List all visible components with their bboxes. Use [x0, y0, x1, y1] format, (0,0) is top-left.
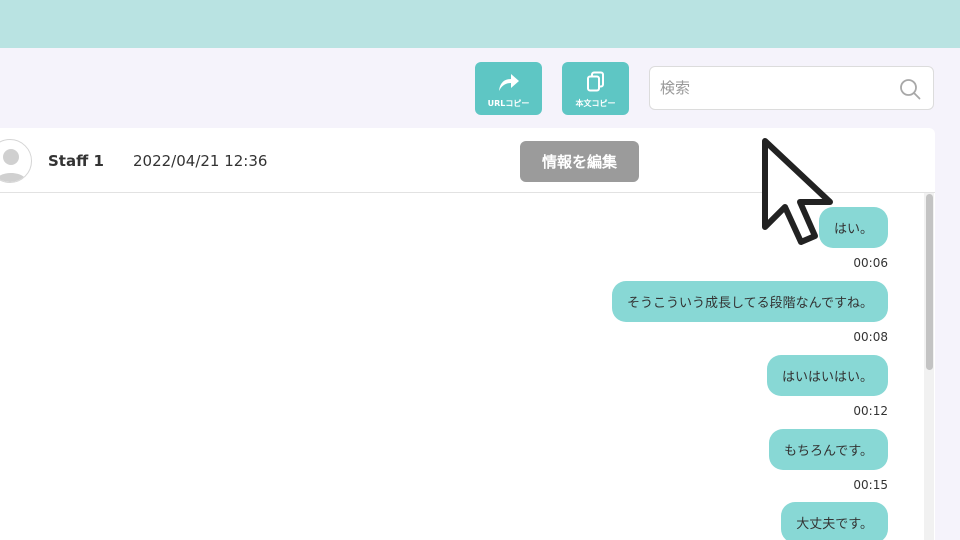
- search-box: [649, 66, 934, 110]
- message-item: はいはいはい。 00:12: [766, 355, 888, 418]
- copy-icon: [583, 69, 609, 95]
- message-bubble: そうこういう成長してる段階なんですね。: [612, 281, 888, 322]
- chat-panel: Staff 1 2022/04/21 12:36 情報を編集 はい。 00:06…: [0, 128, 935, 540]
- message-item: そうこういう成長してる段階なんですね。 00:08: [612, 281, 888, 344]
- message-bubble: はい。: [818, 207, 888, 248]
- message-bubble: はいはいはい。: [766, 355, 888, 396]
- message-time: 00:15: [853, 478, 888, 492]
- url-copy-label: URLコピー: [487, 98, 530, 108]
- chat-header: Staff 1 2022/04/21 12:36 情報を編集: [0, 128, 935, 193]
- text-copy-button[interactable]: 本文コピー: [562, 62, 629, 115]
- top-bar: [0, 0, 960, 48]
- message-item: もちろんです。 00:15: [768, 429, 888, 492]
- message-time: 00:08: [853, 330, 888, 344]
- chat-datetime: 2022/04/21 12:36: [133, 152, 268, 170]
- message-item: 大丈夫です。: [781, 502, 888, 540]
- message-item: はい。 00:06: [818, 207, 888, 270]
- message-list: はい。 00:06 そうこういう成長してる段階なんですね。 00:08 はいはい…: [0, 194, 922, 540]
- message-bubble: もちろんです。: [768, 429, 888, 470]
- message-bubble: 大丈夫です。: [781, 502, 888, 540]
- message-time: 00:06: [853, 256, 888, 270]
- user-avatar-icon: [0, 139, 32, 183]
- staff-name: Staff 1: [48, 152, 104, 170]
- scrollbar-thumb[interactable]: [926, 194, 933, 370]
- text-copy-label: 本文コピー: [575, 98, 616, 108]
- share-arrow-icon: [496, 69, 522, 95]
- message-time: 00:12: [853, 404, 888, 418]
- search-icon[interactable]: [899, 78, 921, 100]
- url-copy-button[interactable]: URLコピー: [475, 62, 542, 115]
- edit-info-button[interactable]: 情報を編集: [520, 141, 639, 182]
- search-input[interactable]: [650, 79, 890, 97]
